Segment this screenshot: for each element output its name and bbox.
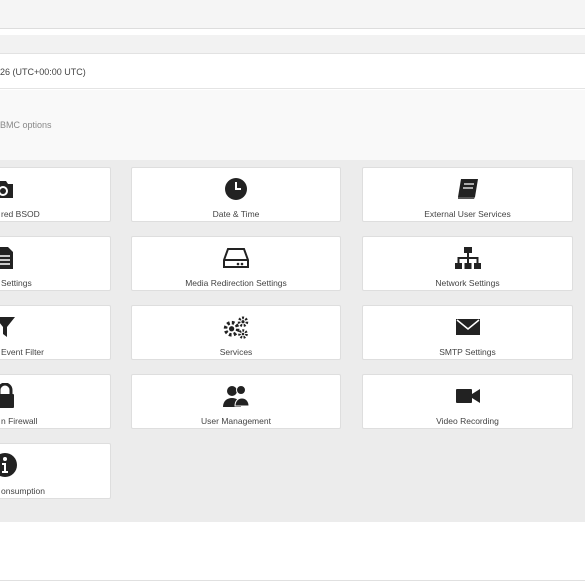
tile-label: Settings xyxy=(1,278,32,288)
time-row: 26 (UTC+00:00 UTC) xyxy=(0,55,585,89)
top-navigation-bar xyxy=(0,0,585,29)
tile-label: User Management xyxy=(201,416,271,426)
tile-captured-bsod[interactable]: red BSOD xyxy=(0,167,111,222)
tile-date-time[interactable]: Date & Time xyxy=(131,167,341,222)
tile-user-management[interactable]: User Management xyxy=(131,374,341,429)
tile-label: Services xyxy=(219,347,253,357)
tile-network-settings[interactable]: Network Settings xyxy=(362,236,573,291)
tile-label: Network Settings xyxy=(435,278,500,288)
video-camera-icon xyxy=(454,383,482,409)
tile-firewall[interactable]: n Firewall xyxy=(0,374,111,429)
divider xyxy=(0,580,585,581)
tile-label: red BSOD xyxy=(1,209,40,219)
users-icon xyxy=(222,383,250,409)
tile-label: onsumption xyxy=(1,486,45,496)
page-footer xyxy=(0,522,585,585)
tile-label: Media Redirection Settings xyxy=(185,278,287,288)
clock-icon xyxy=(222,176,250,202)
tile-label: SMTP Settings xyxy=(439,347,496,357)
camera-icon xyxy=(0,176,17,202)
tile-settings[interactable]: Settings xyxy=(0,236,111,291)
current-time: 26 (UTC+00:00 UTC) xyxy=(0,66,86,77)
hard-drive-icon xyxy=(222,245,250,271)
tile-label: Date & Time xyxy=(212,209,260,219)
tile-video-recording[interactable]: Video Recording xyxy=(362,374,573,429)
tile-smtp-settings[interactable]: SMTP Settings xyxy=(362,305,573,360)
options-section: BMC options xyxy=(0,90,585,160)
tile-label: Event Filter xyxy=(1,347,44,357)
tile-label: n Firewall xyxy=(1,416,38,426)
book-icon xyxy=(454,176,482,202)
filter-icon xyxy=(0,314,19,340)
tile-power-consumption[interactable]: onsumption xyxy=(0,443,111,499)
info-icon xyxy=(0,452,19,478)
breadcrumb-bar xyxy=(0,35,585,54)
options-description: BMC options xyxy=(0,120,52,130)
document-icon xyxy=(0,245,19,271)
tile-services[interactable]: Services xyxy=(131,305,341,360)
lock-icon xyxy=(0,383,19,409)
settings-grid: red BSOD Date & Time External User Servi… xyxy=(0,160,585,522)
tile-external-user-services[interactable]: External User Services xyxy=(362,167,573,222)
tile-media-redirection-settings[interactable]: Media Redirection Settings xyxy=(131,236,341,291)
gears-icon xyxy=(222,314,250,340)
tile-label: External User Services xyxy=(424,209,511,219)
tile-event-filter[interactable]: Event Filter xyxy=(0,305,111,360)
envelope-icon xyxy=(454,314,482,340)
sitemap-icon xyxy=(454,245,482,271)
tile-label: Video Recording xyxy=(436,416,499,426)
